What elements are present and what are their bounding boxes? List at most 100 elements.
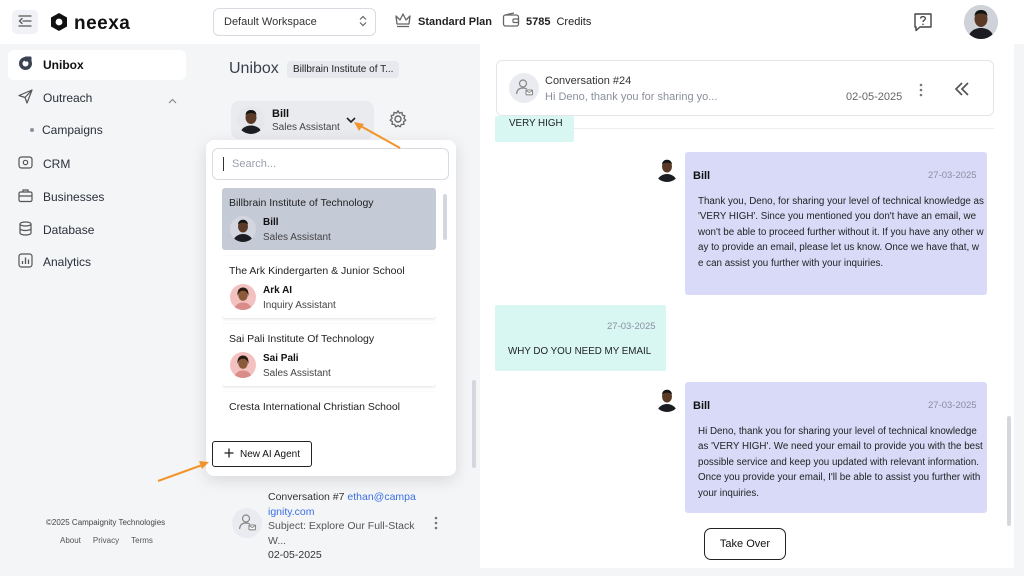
credits-badge[interactable]: 5785 Credits xyxy=(502,12,591,31)
footer-link-about[interactable]: About xyxy=(60,536,81,545)
sidebar-item-label: Analytics xyxy=(43,255,92,269)
copyright-text: ©2025 Campaignity Technologies xyxy=(46,518,166,527)
wallet-icon xyxy=(502,12,520,31)
agent-option-sai-pali[interactable]: Sai Pali Institute Of Technology Sai Pal… xyxy=(222,324,436,386)
sidebar-item-businesses[interactable]: Businesses xyxy=(8,182,186,212)
agent-option-avatar xyxy=(230,352,256,378)
help-chat-icon xyxy=(912,13,934,36)
workspace-select-value: Default Workspace xyxy=(224,16,317,28)
bot-avatar xyxy=(654,386,680,412)
sidebar-item-label: Outreach xyxy=(43,91,93,105)
sidebar-item-label: Unibox xyxy=(43,58,84,72)
credits-value: 5785 xyxy=(526,15,551,28)
sidebar-item-crm[interactable]: CRM xyxy=(8,149,186,179)
agent-list: Billbrain Institute of Technology Bill S… xyxy=(222,188,436,416)
briefcase-icon xyxy=(18,188,33,206)
sidebar-item-label: Businesses xyxy=(43,190,105,204)
agent-option-org: Sai Pali Institute Of Technology xyxy=(229,333,375,345)
conversation-list-scrollbar[interactable] xyxy=(472,380,476,468)
agent-option-role: Inquiry Assistant xyxy=(263,300,336,311)
agent-option-role: Sales Assistant xyxy=(263,232,331,243)
agent-option-name: Bill xyxy=(263,217,279,228)
conversation-list-item[interactable]: Conversation #7 ethan@campa ignity.com S… xyxy=(229,488,459,566)
agent-option-avatar xyxy=(230,284,256,310)
agent-option-ark[interactable]: The Ark Kindergarten & Junior School Ark… xyxy=(222,256,436,318)
organization-chip: Billbrain Institute of T... xyxy=(287,61,400,78)
agent-avatar xyxy=(237,106,265,134)
plan-badge[interactable]: Standard Plan xyxy=(394,12,492,31)
bot-message: Bill 27-03-2025 Hi Deno, thank you for s… xyxy=(685,382,987,513)
chat-scrollbar[interactable] xyxy=(1007,416,1011,526)
help-button[interactable] xyxy=(912,11,934,36)
menu-toggle-button[interactable] xyxy=(12,10,38,34)
sidebar-item-analytics[interactable]: Analytics xyxy=(8,247,186,277)
menu-icon xyxy=(18,14,32,30)
take-over-button[interactable]: Take Over xyxy=(704,528,786,560)
agent-select[interactable]: Bill Sales Assistant xyxy=(231,101,374,139)
credits-label: Credits xyxy=(556,15,592,28)
send-icon xyxy=(18,89,33,107)
message-text: Thank you, Deno, for sharing your level … xyxy=(698,196,984,269)
agent-role: Sales Assistant xyxy=(272,121,340,133)
conversation-item-title: Conversation #7 xyxy=(268,491,345,503)
message-date: 27-03-2025 xyxy=(928,400,977,411)
sidebar-item-campaigns[interactable]: Campaigns xyxy=(30,123,103,137)
conversation-title: Conversation #24 xyxy=(545,75,632,87)
agent-search-input[interactable] xyxy=(232,158,432,170)
agent-dropdown: Billbrain Institute of Technology Bill S… xyxy=(206,140,456,476)
sidebar-item-unibox[interactable]: Unibox xyxy=(8,50,186,80)
conversation-header: Conversation #24 Hi Deno, thank you for … xyxy=(496,60,994,116)
agent-option-billbrain[interactable]: Billbrain Institute of Technology Bill S… xyxy=(222,188,436,250)
agent-name: Bill xyxy=(272,107,290,120)
footer-link-terms[interactable]: Terms xyxy=(131,536,153,545)
user-mail-icon xyxy=(514,77,534,100)
kebab-icon[interactable] xyxy=(433,516,439,533)
chevron-down-icon[interactable] xyxy=(345,114,357,128)
agent-option-org: Cresta International Christian School xyxy=(229,401,401,413)
sidebar-item-label: CRM xyxy=(43,157,71,171)
top-bar: neexa Default Workspace Standard Plan 57… xyxy=(0,0,1024,44)
updown-chevron-icon xyxy=(359,15,367,30)
agent-list-scrollbar[interactable] xyxy=(443,194,447,240)
sidebar-item-outreach[interactable]: Outreach xyxy=(8,83,186,113)
double-chevron-left-icon[interactable] xyxy=(953,81,971,100)
message-text: WHY DO YOU NEED MY EMAIL xyxy=(508,346,652,357)
workspace-select[interactable]: Default Workspace xyxy=(213,8,376,36)
sidebar-item-database[interactable]: Database xyxy=(8,215,186,245)
contact-avatar xyxy=(509,73,539,103)
plan-label: Standard Plan xyxy=(418,15,492,28)
new-ai-agent-label: New AI Agent xyxy=(239,448,301,460)
agent-option-role: Sales Assistant xyxy=(263,368,331,379)
agent-search-box[interactable] xyxy=(212,148,449,180)
analytics-icon xyxy=(18,253,33,271)
conversation-item-email: ethan@campa xyxy=(347,491,416,503)
chevron-up-icon[interactable] xyxy=(168,93,177,107)
new-ai-agent-button[interactable]: New AI Agent xyxy=(212,441,312,467)
user-message: VERY HIGH xyxy=(495,116,574,142)
agent-option-avatar xyxy=(230,216,256,242)
agent-option-org: The Ark Kindergarten & Junior School xyxy=(229,265,405,277)
bullet-dot xyxy=(30,128,34,132)
agent-option-cresta[interactable]: Cresta International Christian School xyxy=(222,392,436,416)
logo-text: neexa xyxy=(74,12,131,34)
conversation-item-email-cont: ignity.com xyxy=(268,505,315,518)
agent-settings-button[interactable] xyxy=(388,109,408,132)
message-date: 27-03-2025 xyxy=(928,170,977,181)
user-avatar[interactable] xyxy=(964,5,998,39)
user-mail-icon xyxy=(237,512,257,535)
app-logo[interactable]: neexa xyxy=(50,12,130,35)
conversation-item-subject: Subject: Explore Our Full-Stack xyxy=(268,520,415,532)
contact-avatar xyxy=(232,508,262,538)
bot-message: Bill 27-03-2025 Thank you, Deno, for sha… xyxy=(685,152,987,295)
message-sender: Bill xyxy=(693,170,711,182)
unibox-icon xyxy=(18,56,33,74)
message-sender: Bill xyxy=(693,400,711,412)
conversation-item-text: Conversation #7 ethan@campa ignity.com S… xyxy=(268,490,436,563)
kebab-icon[interactable] xyxy=(918,83,924,100)
footer-link-privacy[interactable]: Privacy xyxy=(93,536,119,545)
sidebar-item-label: Campaigns xyxy=(42,123,103,137)
page-title: Unibox xyxy=(229,60,279,77)
database-icon xyxy=(18,221,33,239)
crown-icon xyxy=(394,12,412,31)
footer-links: About Privacy Terms xyxy=(60,536,153,545)
